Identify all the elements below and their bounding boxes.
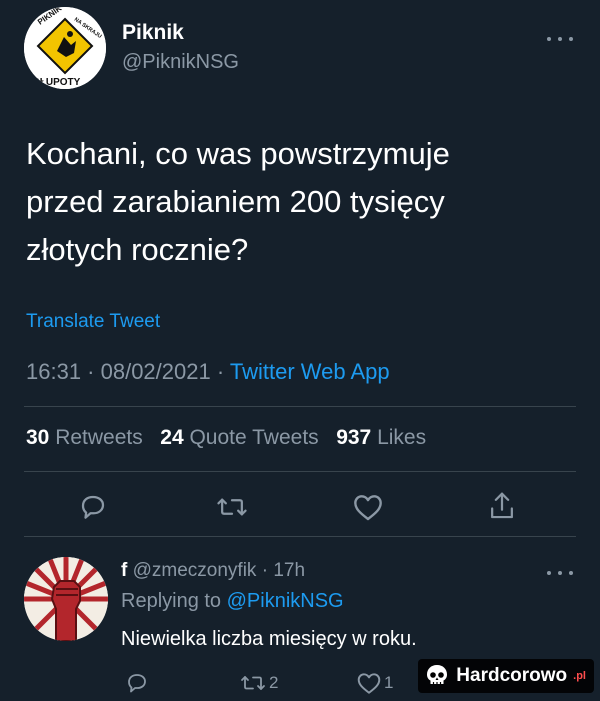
share-icon[interactable]: [487, 490, 517, 522]
replying-to: Replying to @PiknikNSG: [121, 590, 344, 613]
reply-like-icon[interactable]: [356, 671, 382, 695]
likes-label: Likes: [377, 426, 427, 449]
replying-to-handle[interactable]: @PiknikNSG: [227, 590, 344, 612]
reply-time[interactable]: · 17h: [262, 560, 305, 581]
retweets-stat[interactable]: 30 Retweets: [26, 426, 143, 449]
more-icon[interactable]: [547, 34, 573, 44]
tweet-text: Kochani, co was powstrzymuje przed zarab…: [26, 130, 450, 274]
tweet-text-line: złotych rocznie?: [26, 232, 249, 267]
reply-avatar[interactable]: [24, 557, 108, 641]
watermark-tld: .pl: [573, 670, 586, 682]
author-avatar[interactable]: PIKNIK NA SKRAJU GŁUPOTY: [24, 7, 106, 89]
watermark-brand: Hardcorowo: [456, 665, 568, 686]
divider: [24, 536, 576, 537]
fist-avatar-image: [24, 557, 108, 641]
reply-icon[interactable]: [78, 492, 108, 522]
reply-header: f @zmeczonyfik · 17h: [121, 560, 305, 582]
retweets-label: Retweets: [55, 426, 143, 449]
reply-like-action[interactable]: 1: [356, 671, 393, 695]
retweet-icon[interactable]: [216, 492, 248, 522]
reply-author-name[interactable]: f: [121, 560, 127, 581]
author-name[interactable]: Piknik: [122, 21, 184, 45]
tweet-source[interactable]: Twitter Web App: [230, 359, 390, 384]
retweets-count: 30: [26, 426, 50, 449]
likes-stat[interactable]: 937 Likes: [336, 426, 426, 449]
quotes-stat[interactable]: 24 Quote Tweets: [160, 426, 318, 449]
reply-reply-icon[interactable]: [125, 671, 149, 695]
divider: [24, 471, 576, 472]
tweet-text-line: przed zarabianiem 200 tysięcy: [26, 184, 445, 219]
reply-retweet-action[interactable]: 2: [239, 671, 278, 695]
quotes-label: Quote Tweets: [189, 426, 319, 449]
divider: [24, 406, 576, 407]
skull-icon: [424, 663, 450, 689]
reply-more-icon[interactable]: [547, 568, 573, 578]
avatar-logo: PIKNIK NA SKRAJU GŁUPOTY: [24, 7, 106, 89]
translate-link[interactable]: Translate Tweet: [26, 311, 160, 333]
replying-to-label: Replying to: [121, 590, 227, 612]
reply-retweet-icon[interactable]: [239, 671, 267, 695]
quotes-count: 24: [160, 426, 184, 449]
tweet-timestamp[interactable]: 16:31 · 08/02/2021 ·: [26, 359, 230, 384]
tweet-stats: 30 Retweets 24 Quote Tweets 937 Likes: [26, 426, 426, 450]
likes-count: 937: [336, 426, 372, 449]
reply-author-handle[interactable]: @zmeczonyfik: [133, 560, 257, 581]
reply-text: Niewielka liczba miesięcy w roku.: [121, 628, 417, 650]
tweet-text-line: Kochani, co was powstrzymuje: [26, 136, 450, 171]
tweet-metadata: 16:31 · 08/02/2021 · Twitter Web App: [26, 359, 390, 385]
reply-retweet-count: 2: [269, 673, 279, 692]
author-handle[interactable]: @PiknikNSG: [122, 51, 239, 74]
like-icon[interactable]: [352, 492, 384, 522]
avatar-text-bottom: GŁUPOTY: [32, 77, 81, 88]
watermark: Hardcorowo .pl: [418, 659, 594, 693]
reply-like-count: 1: [384, 673, 394, 692]
